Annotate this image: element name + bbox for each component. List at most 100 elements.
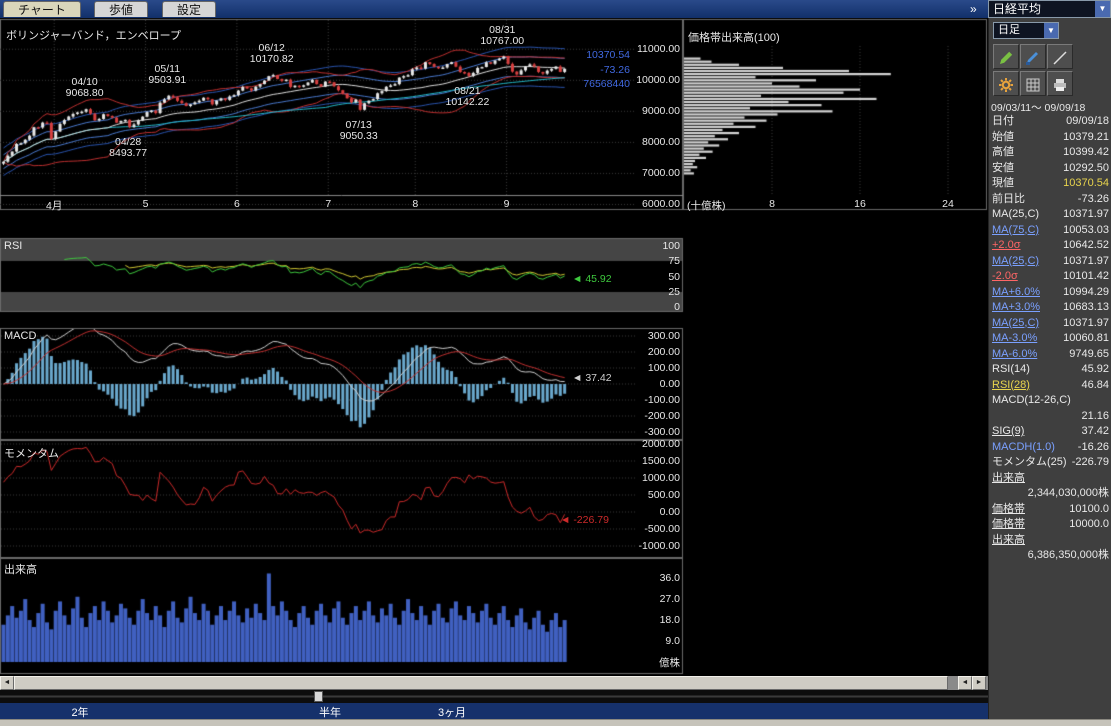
horizontal-scrollbar[interactable]: ◄ ◄ ► [0, 676, 988, 690]
sidebar-row-value: 2,344,030,000株 [1028, 486, 1109, 502]
sidebar: 日足 ▼ 09/03/11～ 09/09/18 日付09/09/1 [988, 18, 1111, 719]
rsi-current-marker: ◄ 45.92 [572, 273, 612, 285]
sidebar-row-label[interactable]: +2.0σ [992, 238, 1021, 254]
sidebar-row-value: 10101.42 [1063, 269, 1109, 285]
sidebar-row-label[interactable]: MA-6.0% [992, 347, 1037, 363]
rsi-axis-label: 0 [634, 301, 680, 313]
price-annotation: 06/12 10170.82 [245, 43, 299, 65]
pencil-icon[interactable] [993, 44, 1019, 69]
sidebar-row-value: 10371.97 [1063, 207, 1109, 223]
sidebar-row: SIG(9) 37.42 [989, 424, 1111, 440]
period-button[interactable]: 3ヶ月 [430, 704, 474, 720]
period-button[interactable]: 半年 [308, 704, 352, 720]
period-button[interactable]: 2年 [58, 704, 102, 720]
trendline-icon[interactable] [1047, 44, 1073, 69]
sidebar-row-label[interactable]: 価格帯 [992, 502, 1025, 518]
price-annotation: 08/21 10142.22 [440, 86, 494, 108]
sidebar-row-value: -73.26 [1078, 192, 1109, 208]
scroll-left-step-icon[interactable]: ◄ [958, 676, 972, 690]
sidebar-row-value: 6,386,350,000株 [1028, 548, 1109, 564]
price-annotation: 05/11 9503.91 [140, 64, 194, 86]
sidebar-row: RSI(14)45.92 [989, 362, 1111, 378]
sidebar-row: モメンタム(25)-226.79 [989, 455, 1111, 471]
volume-by-price-title: 価格帯出来高(100) [688, 29, 780, 45]
marker-arrow-icon: ◄ [560, 514, 573, 526]
sidebar-row: 価格帯 10000.0 [989, 517, 1111, 533]
momentum-axis-label: 2000.00 [634, 438, 680, 450]
sidebar-row-value: 10683.13 [1063, 300, 1109, 316]
sidebar-row-label[interactable]: SIG(9) [992, 424, 1024, 440]
tab-settings[interactable]: 設定 [162, 1, 216, 17]
symbol-select[interactable]: 日経平均 ▼ [988, 0, 1111, 18]
grid-icon[interactable] [1020, 71, 1046, 96]
current-price: 10370.54 [570, 48, 630, 63]
momentum-axis-label: 1000.00 [634, 472, 680, 484]
sidebar-row: 出来高 [989, 471, 1111, 487]
sidebar-row: 高値10399.42 [989, 145, 1111, 161]
period-selector-bar: 2年 半年 3ヶ月 [0, 703, 988, 719]
symbol-select-value: 日経平均 [993, 2, 1041, 16]
sidebar-row: 前日比-73.26 [989, 192, 1111, 208]
vbp-axis-label: 8 [764, 198, 780, 210]
volume-axis-unit: 億株 [634, 655, 680, 670]
month-axis-label: 4月 [40, 198, 68, 213]
rsi-panel-title: RSI [4, 240, 22, 252]
titlebar: チャート 歩値 設定 » 日経平均 ▼ [0, 0, 1111, 18]
sidebar-row-value: 09/09/18 [1066, 114, 1109, 130]
sidebar-row-label[interactable]: -2.0σ [992, 269, 1018, 285]
sidebar-row-label[interactable]: MA-3.0% [992, 331, 1037, 347]
rsi-axis-label: 50 [634, 271, 680, 283]
interval-select[interactable]: 日足 ▼ [993, 22, 1059, 39]
sidebar-row-label[interactable]: MA(25,C) [992, 254, 1039, 270]
sidebar-row-value: 37.42 [1081, 424, 1109, 440]
sidebar-row-value: 10371.97 [1063, 254, 1109, 270]
sidebar-row-label: 現値 [992, 176, 1014, 192]
rsi-axis-label: 75 [634, 255, 680, 267]
scroll-left-icon[interactable]: ◄ [0, 676, 14, 690]
chart-toolbar [993, 44, 1077, 98]
zoom-slider-thumb[interactable] [314, 691, 323, 702]
scrollbar-thumb[interactable] [14, 676, 948, 690]
sidebar-row-value: 10399.42 [1063, 145, 1109, 161]
current-volume: 76568440 [570, 77, 630, 92]
sidebar-row-label[interactable]: 価格帯 [992, 517, 1025, 533]
momentum-current-marker: ◄ -226.79 [560, 514, 609, 526]
tab-price-steps[interactable]: 歩値 [94, 1, 148, 17]
sidebar-row-label[interactable]: MA(75,C) [992, 223, 1039, 239]
sidebar-row-label[interactable]: MA+6.0% [992, 285, 1040, 301]
gear-icon[interactable] [993, 71, 1019, 96]
chevron-down-icon[interactable]: ▼ [1095, 1, 1110, 17]
printer-icon[interactable] [1047, 71, 1073, 96]
sidebar-row-value: 10000.0 [1069, 517, 1109, 533]
sidebar-row-label[interactable]: 出来高 [992, 533, 1025, 549]
sidebar-row-label[interactable]: 出来高 [992, 471, 1025, 487]
tab-chart[interactable]: チャート [3, 1, 81, 17]
sidebar-row-label: 日付 [992, 114, 1014, 130]
tab-overflow-icon[interactable]: » [970, 2, 977, 16]
price-axis-label: 6000.00 [634, 198, 680, 210]
sidebar-row-label[interactable]: RSI(28) [992, 378, 1030, 394]
price-panel-title: ボリンジャーバンド，エンベロープ [6, 27, 181, 43]
scroll-right-icon[interactable]: ► [972, 676, 986, 690]
sidebar-row-label: MACD(12-26,C) [992, 393, 1071, 409]
charts-canvas[interactable] [0, 18, 988, 676]
marker-arrow-icon: ◄ [572, 372, 585, 384]
brush-icon[interactable] [1020, 44, 1046, 69]
sidebar-row: MA(25,C) 10371.97 [989, 254, 1111, 270]
sidebar-row-label[interactable]: MA+3.0% [992, 300, 1040, 316]
zoom-slider-track[interactable] [0, 690, 988, 703]
chart-application-window: チャート 歩値 設定 » 日経平均 ▼ ボリンジャーバンド，エンベロープ 価格帯… [0, 0, 1111, 726]
price-axis-label: 9000.00 [634, 105, 680, 117]
volume-axis-label: 9.0 [634, 635, 680, 647]
price-axis-label: 11000.00 [634, 43, 680, 55]
sidebar-row: MA+3.0% 10683.13 [989, 300, 1111, 316]
chevron-down-icon[interactable]: ▼ [1044, 23, 1058, 38]
interval-select-value: 日足 [998, 24, 1020, 36]
volume-panel-title: 出来高 [4, 561, 37, 577]
month-axis-label: 5 [132, 198, 160, 210]
sidebar-row-label[interactable]: MA(25,C) [992, 316, 1039, 332]
sidebar-row-value: 45.92 [1081, 362, 1109, 378]
sidebar-row: RSI(28)46.84 [989, 378, 1111, 394]
sidebar-row-label: MA(25,C) [992, 207, 1039, 223]
momentum-axis-label: -1000.00 [634, 540, 680, 552]
